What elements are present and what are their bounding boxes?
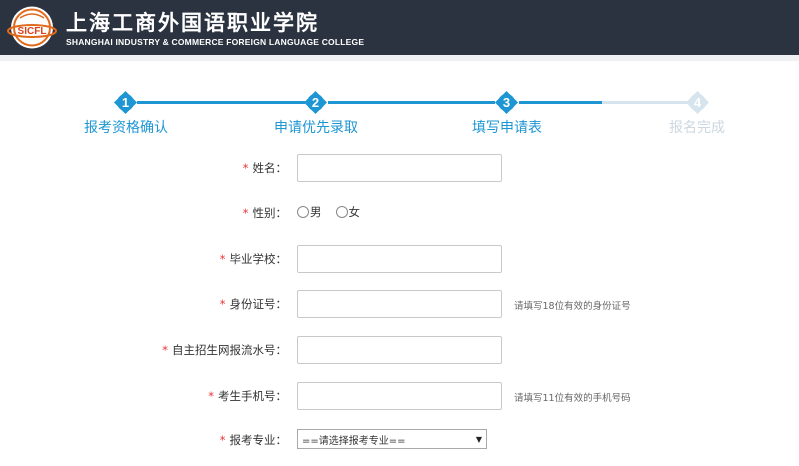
college-name-en: SHANGHAI INDUSTRY & COMMERCE FOREIGN LAN… xyxy=(66,37,365,47)
school-label: * 毕业学校： xyxy=(219,252,287,266)
gender-female-radio[interactable]: 女 xyxy=(335,204,360,220)
gender-male-radio[interactable]: 男 xyxy=(297,204,322,220)
step-2-label: 申请优先录取 xyxy=(274,120,358,136)
step-connector-4 xyxy=(602,101,687,104)
phone-hint: 请填写11位有效的手机号码 xyxy=(514,393,631,404)
header-divider xyxy=(0,55,799,61)
phone-label: * 考生手机号： xyxy=(208,389,287,403)
radio-circle-icon[interactable] xyxy=(335,206,348,218)
gender-label: * 性别： xyxy=(242,206,287,220)
id-number-label: * 身份证号： xyxy=(219,297,287,311)
name-label: * 姓名： xyxy=(242,161,287,175)
dropdown-arrow-icon[interactable]: ▼ xyxy=(476,435,482,444)
step-3-number: 3 xyxy=(502,95,511,110)
step-3-label: 填写申请表 xyxy=(472,120,542,136)
id-number-hint: 请填写18位有效的身份证号 xyxy=(514,301,631,312)
phone-input[interactable] xyxy=(297,382,502,410)
school-input[interactable] xyxy=(297,245,502,273)
serial-input[interactable] xyxy=(297,336,502,364)
step-2-number: 2 xyxy=(311,95,320,110)
logo-badge-text: SICFL xyxy=(18,26,47,37)
id-number-input[interactable] xyxy=(297,290,502,318)
step-4-number: 4 xyxy=(693,95,702,110)
serial-label: * 自主招生网报流水号： xyxy=(162,343,287,357)
college-logo-icon: SICFL xyxy=(7,6,57,49)
college-name-cn: 上海工商外国语职业学院 xyxy=(66,10,319,35)
registration-steps: 1 报考资格确认 2 申请优先录取 3 填写申请表 4 报名完成 xyxy=(0,88,799,138)
step-connector-3 xyxy=(519,101,602,104)
major-label: * 报考专业： xyxy=(219,433,287,447)
name-input[interactable] xyxy=(297,154,502,182)
step-4-label: 报名完成 xyxy=(669,120,725,136)
major-select[interactable]: ==请选择报考专业== ▼ xyxy=(297,429,487,449)
site-header: SICFL 上海工商外国语职业学院 SHANGHAI INDUSTRY & CO… xyxy=(0,0,799,55)
major-select-value: ==请选择报考专业== xyxy=(302,435,406,447)
step-1-number: 1 xyxy=(121,95,130,110)
step-connector-2 xyxy=(328,101,495,104)
step-connector-1 xyxy=(137,101,305,104)
gender-radio-group: 男 女 xyxy=(297,204,374,220)
step-1-label: 报考资格确认 xyxy=(84,120,168,136)
radio-circle-icon[interactable] xyxy=(297,206,309,218)
